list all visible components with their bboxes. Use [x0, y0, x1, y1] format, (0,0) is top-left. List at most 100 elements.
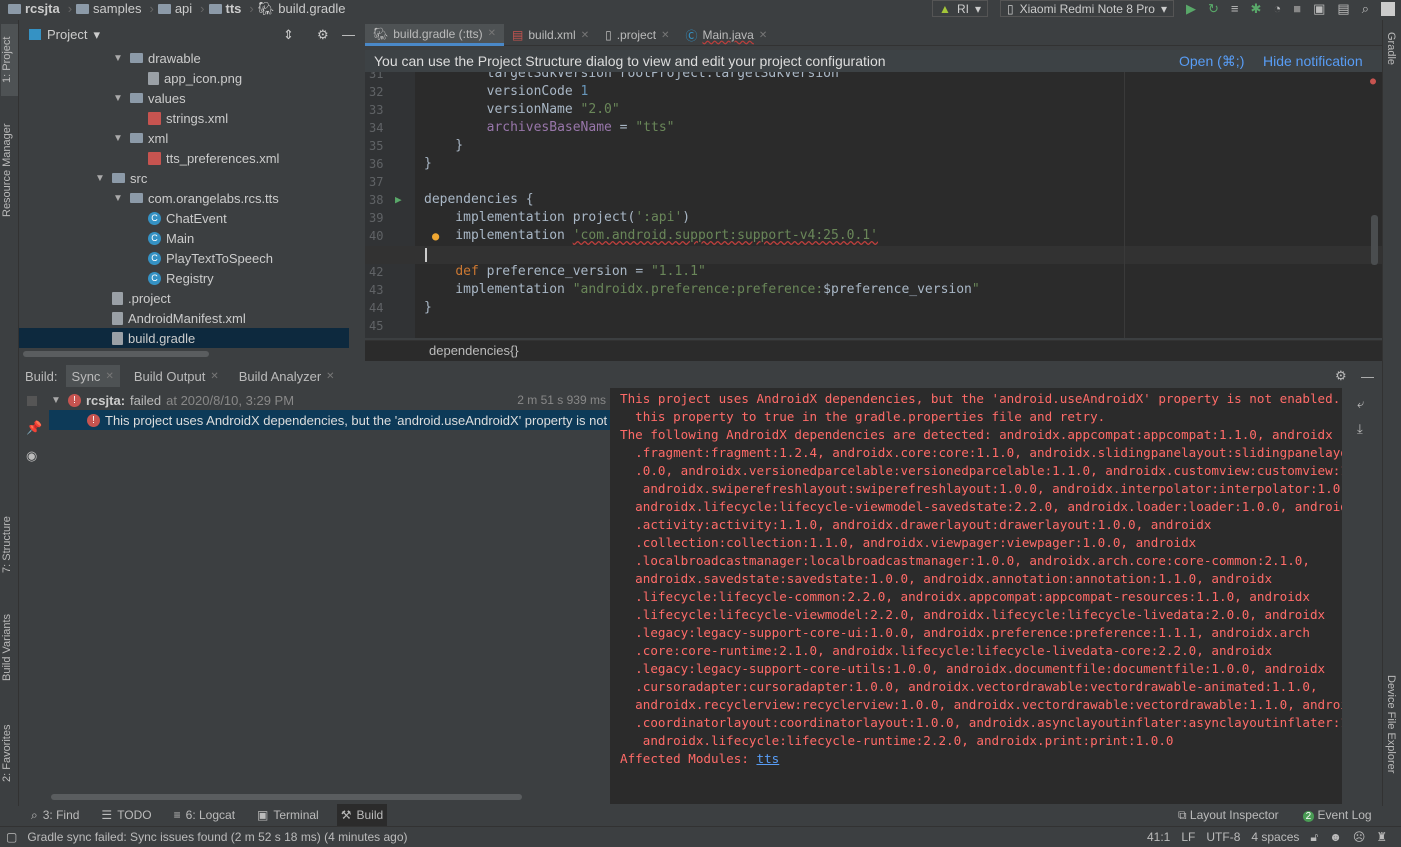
- lightbulb-icon[interactable]: ●: [432, 229, 439, 243]
- minimize-icon[interactable]: —: [1361, 369, 1374, 384]
- soft-wrap-icon[interactable]: ⤶: [1357, 396, 1364, 412]
- tool-tab-project[interactable]: 1: Project: [1, 24, 18, 96]
- editor-tab[interactable]: 🐘︎ build.gradle (:tts) ✕: [365, 24, 504, 46]
- build-issue-row[interactable]: ! This project uses AndroidX dependencie…: [49, 410, 610, 430]
- tree-item[interactable]: ▼ src: [95, 168, 147, 188]
- tree-item[interactable]: strings.xml: [131, 108, 228, 128]
- module-link-tts[interactable]: tts: [756, 751, 779, 766]
- code-editor[interactable]: 313233343536373839404142434445 targetSdk…: [365, 72, 1382, 338]
- tool-tab-device-file-explorer[interactable]: Device File Explorer: [1385, 675, 1397, 773]
- lock-icon[interactable]: 🔓︎: [1310, 830, 1318, 845]
- debug-icon[interactable]: ✱: [1251, 1, 1262, 17]
- file-encoding[interactable]: UTF-8: [1206, 830, 1240, 845]
- tool-tab-structure[interactable]: 7: Structure: [1, 505, 18, 585]
- bottom-tool-todo[interactable]: ☰ TODO: [97, 804, 155, 826]
- run-config-select[interactable]: ▲ RI ▾: [932, 0, 988, 17]
- open-project-structure-link[interactable]: Open (⌘;): [1179, 53, 1244, 70]
- line-separator[interactable]: LF: [1181, 830, 1195, 845]
- search-icon[interactable]: ⌕: [1362, 1, 1369, 17]
- stop-icon[interactable]: ■: [1293, 1, 1301, 16]
- tree-item[interactable]: C ChatEvent: [131, 208, 227, 228]
- caret-position[interactable]: 41:1: [1147, 830, 1170, 845]
- tree-item[interactable]: ▼ values: [113, 88, 186, 108]
- tab-build-output[interactable]: Build Output ✕: [128, 365, 225, 387]
- status-message[interactable]: Gradle sync failed: Sync issues found (2…: [27, 830, 407, 844]
- close-icon[interactable]: ✕: [326, 371, 334, 382]
- tree-item[interactable]: app_icon.png: [131, 68, 242, 88]
- tree-item[interactable]: .project: [95, 288, 171, 308]
- editor-tab[interactable]: Ⓒ Main.java ✕: [677, 24, 775, 46]
- breadcrumb-item[interactable]: 🐘︎ build.gradle: [258, 1, 346, 17]
- tree-item[interactable]: ▼ xml: [113, 128, 168, 148]
- gear-icon[interactable]: ⚙: [317, 27, 329, 43]
- expand-triangle-icon[interactable]: ▼: [113, 193, 125, 204]
- bottom-tool-terminal[interactable]: ▣ Terminal: [253, 804, 323, 826]
- expand-triangle-icon[interactable]: ▼: [113, 53, 125, 64]
- editor-breadcrumb[interactable]: dependencies{}: [365, 340, 1382, 361]
- scroll-to-end-icon[interactable]: ⤓: [1357, 421, 1363, 437]
- tree-item[interactable]: ▼ com.orangelabs.rcs.tts: [113, 188, 279, 208]
- close-icon[interactable]: ✕: [210, 371, 218, 382]
- bottom-tool-build[interactable]: ⚒ Build: [336, 804, 388, 826]
- tree-item[interactable]: C Main: [131, 228, 194, 248]
- user-icon[interactable]: [1381, 1, 1395, 16]
- tree-item[interactable]: C PlayTextToSpeech: [131, 248, 273, 268]
- horizontal-scrollbar[interactable]: [51, 794, 522, 800]
- tab-build-analyzer[interactable]: Build Analyzer ✕: [233, 365, 341, 387]
- tree-item[interactable]: C Registry: [131, 268, 214, 288]
- close-icon[interactable]: ✕: [759, 30, 767, 41]
- indent-setting[interactable]: 4 spaces: [1251, 830, 1299, 845]
- memory-icon[interactable]: ♜: [1376, 830, 1387, 845]
- close-icon[interactable]: ✕: [581, 30, 589, 41]
- coverage-icon[interactable]: ≡: [1231, 1, 1239, 16]
- stop-icon[interactable]: [27, 396, 37, 406]
- hide-notification-link[interactable]: Hide notification: [1263, 53, 1363, 69]
- pin-icon[interactable]: 📌: [26, 420, 42, 436]
- tab-sync[interactable]: Sync ✕: [65, 365, 120, 387]
- chevron-down-icon[interactable]: ▾: [93, 27, 100, 43]
- tree-item[interactable]: ▼ drawable: [113, 48, 201, 68]
- run-gutter-icon[interactable]: ▶: [395, 193, 402, 206]
- feedback-icon[interactable]: ☹: [1353, 830, 1366, 845]
- editor-tab[interactable]: ▤ build.xml ✕: [504, 24, 597, 46]
- tool-tab-gradle[interactable]: Gradle: [1385, 32, 1397, 65]
- breadcrumb-item[interactable]: samples: [76, 1, 141, 16]
- breadcrumb-item[interactable]: rcsjta: [8, 1, 60, 16]
- build-root-row[interactable]: ▼ ! rcsjta: failed at 2020/8/10, 3:29 PM…: [51, 390, 610, 410]
- close-icon[interactable]: ✕: [488, 28, 496, 39]
- tool-tab-favorites[interactable]: 2: Favorites: [1, 712, 18, 794]
- minimize-icon[interactable]: —: [342, 27, 355, 42]
- expand-triangle-icon[interactable]: ▼: [51, 395, 63, 406]
- vertical-scrollbar[interactable]: [1371, 215, 1378, 265]
- tree-item[interactable]: tts_preferences.xml: [131, 148, 279, 168]
- run-icon[interactable]: ▶: [1186, 1, 1196, 17]
- tree-item[interactable]: build.gradle: [19, 328, 349, 348]
- expand-triangle-icon[interactable]: ▼: [113, 133, 125, 144]
- collapse-all-icon[interactable]: ⇕: [283, 27, 294, 43]
- eye-icon[interactable]: ◉: [26, 448, 37, 464]
- gear-icon[interactable]: ⚙: [1335, 368, 1347, 384]
- tool-windows-icon[interactable]: ▢: [6, 830, 17, 844]
- editor-tab[interactable]: ▯ .project ✕: [597, 24, 677, 46]
- apply-changes-icon[interactable]: ↻: [1208, 1, 1219, 17]
- profile-icon[interactable]: ◔: [1273, 1, 1281, 16]
- bottom-tool-logcat[interactable]: ≡ 6: Logcat: [170, 804, 239, 826]
- expand-triangle-icon[interactable]: ▼: [95, 173, 107, 184]
- project-view-select[interactable]: Project: [47, 27, 87, 42]
- breadcrumb-item[interactable]: tts: [208, 1, 241, 16]
- tree-item[interactable]: AndroidManifest.xml: [95, 308, 246, 328]
- inspection-icon[interactable]: ☻: [1329, 830, 1342, 845]
- close-icon[interactable]: ✕: [105, 371, 113, 382]
- tool-tab-resource-manager[interactable]: Resource Manager: [1, 115, 18, 225]
- horizontal-scrollbar[interactable]: [23, 351, 209, 357]
- sdk-manager-icon[interactable]: ▣: [1313, 1, 1325, 17]
- avd-manager-icon[interactable]: ▤: [1337, 1, 1349, 17]
- breadcrumb-item[interactable]: api: [157, 1, 192, 16]
- close-icon[interactable]: ✕: [661, 30, 669, 41]
- layout-inspector-button[interactable]: ⧉ Layout Inspector: [1178, 808, 1279, 823]
- expand-triangle-icon[interactable]: ▼: [113, 93, 125, 104]
- error-indicator-icon[interactable]: ●: [1370, 76, 1376, 87]
- build-console[interactable]: This project uses AndroidX dependencies,…: [610, 388, 1342, 804]
- device-select[interactable]: ▯ Xiaomi Redmi Note 8 Pro ▾: [999, 0, 1174, 17]
- event-log-button[interactable]: 2 Event Log: [1302, 808, 1372, 822]
